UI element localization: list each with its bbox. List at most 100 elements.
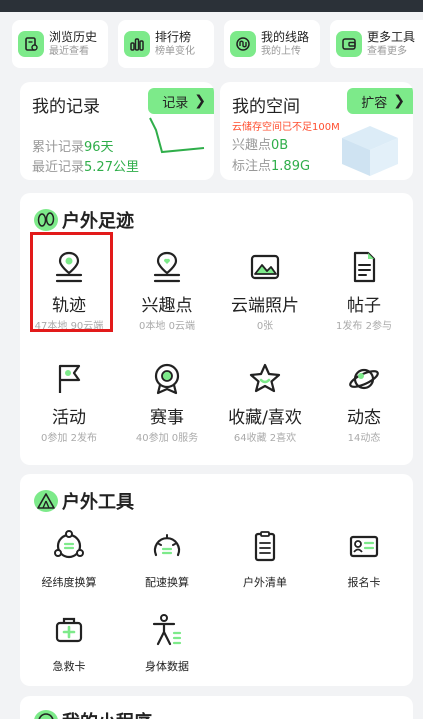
mini-programs-header: 我的小程序 <box>34 708 152 719</box>
tool-item-registration-card[interactable]: 报名卡 <box>315 526 413 590</box>
footprint-item-label: 赛事 <box>150 408 184 428</box>
quick-link-more-tools[interactable]: 更多工具 查看更多 <box>330 20 423 68</box>
footprint-item-events[interactable]: 赛事 40参加 0服务 <box>118 359 216 445</box>
quick-link-history[interactable]: 浏览历史 最近查看 <box>12 20 108 68</box>
expand-button-label: 扩容 <box>361 95 388 111</box>
footprint-item-activities[interactable]: 活动 0参加 2发布 <box>20 359 118 445</box>
outdoor-tools-section: 户外工具 经纬度换算 配速换算 户外清单 报名卡 急救卡 身体数据 <box>20 474 413 686</box>
outdoor-footprint-header: 户外足迹 <box>34 207 134 233</box>
quick-link-routes[interactable]: 我的线路 我的上传 <box>224 20 320 68</box>
footprint-item-label: 动态 <box>347 408 381 428</box>
storage-box-icon <box>342 126 398 176</box>
tent-icon <box>34 490 58 512</box>
storage-warning: 云储存空间已不足100M <box>232 122 340 133</box>
document-icon <box>344 247 384 287</box>
mini-programs-section: 我的小程序 <box>20 696 413 719</box>
footprint-item-sub: 1发布 2参与 <box>336 321 392 332</box>
quick-links-row: 浏览历史 最近查看 排行榜 榜单变化 我的线路 我的上传 更多工具 查看更多 <box>0 14 423 70</box>
footprint-icon <box>34 209 58 231</box>
footprint-item-sub: 0参加 2发布 <box>41 433 97 444</box>
selection-highlight-box <box>30 232 113 332</box>
my-records-card[interactable]: 我的记录 记录 ❯ 累计记录96天 最近记录5.27公里 <box>20 82 214 180</box>
records-recent-label: 最近记录 <box>32 160 85 175</box>
tool-item-coordinate[interactable]: 经纬度换算 <box>20 526 118 590</box>
history-icon <box>18 31 44 57</box>
quick-link-title: 浏览历史 <box>49 29 98 44</box>
tool-item-body-data[interactable]: 身体数据 <box>118 610 216 674</box>
footprint-item-label: 帖子 <box>347 296 381 316</box>
footprint-item-photos[interactable]: 云端照片 0张 <box>216 247 314 333</box>
tool-item-label: 身体数据 <box>145 660 189 673</box>
quick-link-subtitle: 榜单变化 <box>155 45 195 57</box>
section-title: 我的小程序 <box>62 708 152 719</box>
footprint-item-posts[interactable]: 帖子 1发布 2参与 <box>315 247 413 333</box>
flag-icon <box>49 359 89 399</box>
footprint-item-label: 收藏/喜欢 <box>228 408 302 428</box>
first-aid-icon <box>49 610 89 650</box>
footprint-item-moments[interactable]: 动态 14动态 <box>315 359 413 445</box>
space-marker-value: 1.89G <box>271 159 311 174</box>
footprint-item-sub: 0张 <box>256 321 274 332</box>
speedometer-icon <box>147 526 187 566</box>
my-space-card[interactable]: 我的空间 扩容 ❯ 云储存空间已不足100M 兴趣点0B 标注点1.89G <box>220 82 413 180</box>
outdoor-tools-header: 户外工具 <box>34 488 134 514</box>
space-poi-label: 兴趣点 <box>232 138 272 153</box>
tool-item-label: 户外清单 <box>243 576 287 589</box>
space-marker-line: 标注点1.89G <box>232 155 310 174</box>
footprint-item-label: 活动 <box>52 408 86 428</box>
record-button-label: 记录 <box>162 95 189 111</box>
footprint-item-sub: 64收藏 2喜欢 <box>233 433 297 444</box>
quick-link-ranking[interactable]: 排行榜 榜单变化 <box>118 20 214 68</box>
records-recent-value: 5.27公里 <box>84 160 139 175</box>
footprint-item-label: 云端照片 <box>231 296 299 316</box>
body-data-icon <box>147 610 187 650</box>
records-recent-line: 最近记录5.27公里 <box>32 156 139 175</box>
records-total-label: 累计记录 <box>32 140 85 155</box>
route-icon <box>230 31 256 57</box>
footprint-item-sub: 40参加 0服务 <box>135 433 199 444</box>
tool-item-label: 急救卡 <box>52 660 86 673</box>
status-bar <box>0 0 423 12</box>
section-title: 户外工具 <box>62 492 134 513</box>
footprint-item-poi[interactable]: 兴趣点 0本地 0云端 <box>118 247 216 333</box>
quick-link-title: 更多工具 <box>367 29 416 44</box>
space-title: 我的空间 <box>232 97 300 117</box>
quick-link-title: 我的线路 <box>261 29 310 44</box>
records-total-line: 累计记录96天 <box>32 136 114 155</box>
space-marker-label: 标注点 <box>232 159 272 174</box>
ranking-icon <box>124 31 150 57</box>
wallet-icon <box>336 31 362 57</box>
mini-program-icon <box>34 710 58 719</box>
quick-link-subtitle: 最近查看 <box>49 45 89 57</box>
space-poi-line: 兴趣点0B <box>232 134 288 153</box>
tool-item-label: 报名卡 <box>347 576 381 589</box>
tool-item-label: 经纬度换算 <box>41 576 97 589</box>
checklist-icon <box>245 526 285 566</box>
planet-icon <box>344 359 384 399</box>
id-card-icon <box>344 526 384 566</box>
expand-button[interactable]: 扩容 ❯ <box>347 88 413 114</box>
poi-heart-icon <box>147 247 187 287</box>
record-button[interactable]: 记录 ❯ <box>148 88 214 114</box>
star-icon <box>245 359 285 399</box>
tool-item-label: 配速换算 <box>145 576 189 589</box>
tool-item-checklist[interactable]: 户外清单 <box>216 526 314 590</box>
quick-link-title: 排行榜 <box>155 29 192 44</box>
footprint-item-sub: 0本地 0云端 <box>139 321 195 332</box>
records-title: 我的记录 <box>32 97 100 117</box>
photo-icon <box>245 247 285 287</box>
footprint-item-label: 兴趣点 <box>141 296 193 316</box>
records-total-value: 96天 <box>84 140 114 155</box>
tool-item-pace[interactable]: 配速换算 <box>118 526 216 590</box>
footprint-item-sub: 14动态 <box>347 433 381 444</box>
quick-link-subtitle: 我的上传 <box>261 45 301 57</box>
track-line-icon <box>149 117 205 154</box>
space-poi-value: 0B <box>271 138 289 153</box>
chevron-right-icon: ❯ <box>194 93 206 109</box>
section-title: 户外足迹 <box>62 211 134 232</box>
tool-item-first-aid[interactable]: 急救卡 <box>20 610 118 674</box>
coordinate-convert-icon <box>49 526 89 566</box>
quick-link-subtitle: 查看更多 <box>367 45 407 57</box>
footprint-item-favorites[interactable]: 收藏/喜欢 64收藏 2喜欢 <box>216 359 314 445</box>
chevron-right-icon: ❯ <box>393 93 405 109</box>
